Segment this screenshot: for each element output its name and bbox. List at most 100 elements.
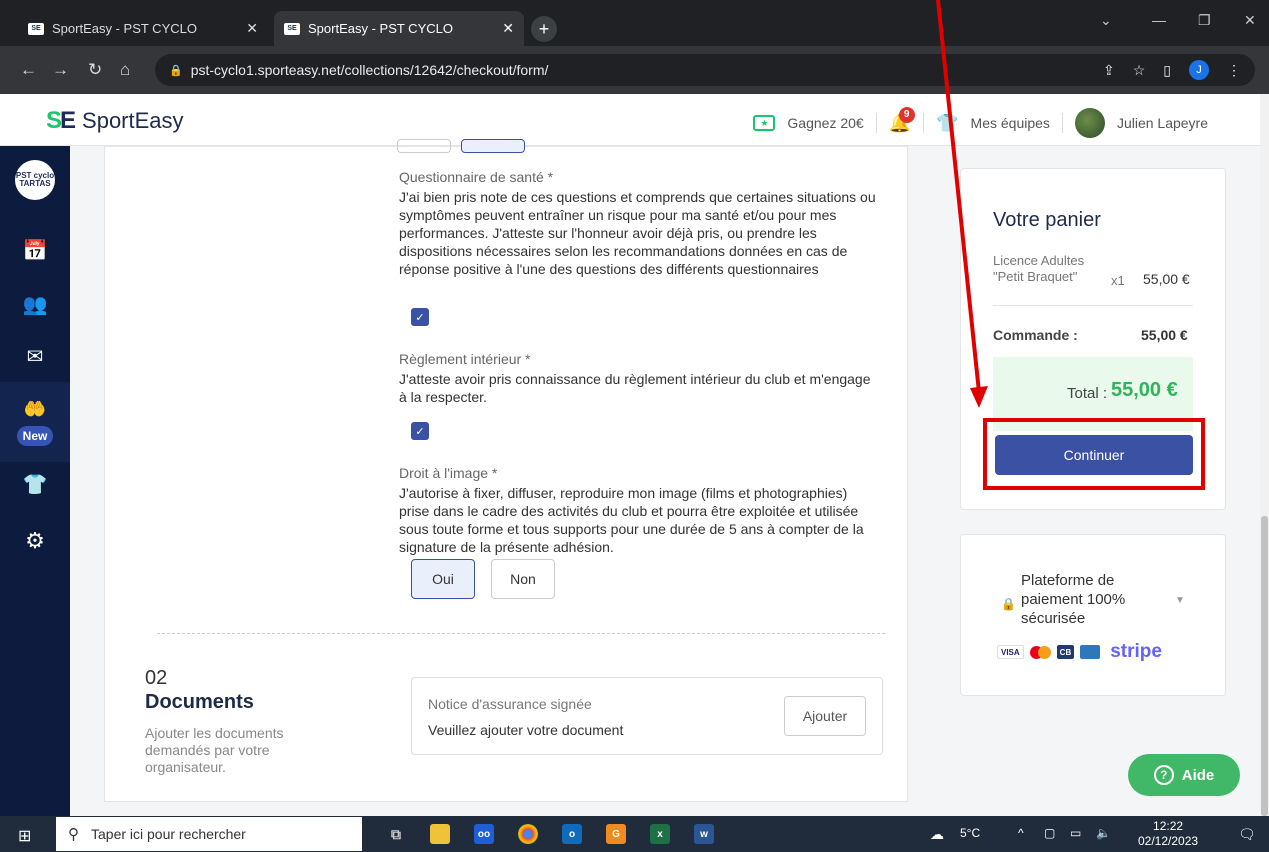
reload-icon[interactable]: ↻ bbox=[88, 60, 102, 80]
previous-choice-button[interactable] bbox=[397, 139, 451, 153]
health-questionnaire-checkbox[interactable]: ✓ bbox=[411, 308, 429, 326]
jersey-icon[interactable]: 👕 bbox=[936, 113, 958, 134]
calendar-icon[interactable]: 📅 bbox=[0, 238, 70, 263]
new-tab-button[interactable]: + bbox=[531, 16, 557, 42]
word-icon[interactable]: w bbox=[694, 824, 714, 844]
document-label: Notice d'assurance signée bbox=[428, 696, 592, 712]
weather-temp[interactable]: 5°C bbox=[960, 826, 980, 840]
divider bbox=[923, 113, 925, 133]
club-logo[interactable]: PST cyclo TARTAS bbox=[0, 160, 70, 200]
notification-count-badge: 9 bbox=[898, 106, 915, 123]
user-avatar[interactable] bbox=[1074, 108, 1105, 138]
secure-payment-panel[interactable]: 🔒 Plateforme de paiement 100% sécurisée … bbox=[960, 534, 1226, 696]
card-logos: VISA CB stripe bbox=[997, 641, 1162, 663]
browser-menu-icon[interactable]: ⋮ bbox=[1227, 62, 1241, 79]
add-document-button[interactable]: Ajouter bbox=[784, 696, 866, 736]
back-icon[interactable]: ← bbox=[20, 60, 37, 80]
close-tab-icon[interactable]: ✕ bbox=[246, 20, 258, 37]
browser-tab[interactable]: SE SportEasy - PST CYCLO ✕ bbox=[18, 11, 268, 46]
system-clock[interactable]: 12:22 02/12/2023 bbox=[1138, 819, 1198, 849]
tab-title: SportEasy - PST CYCLO bbox=[308, 21, 453, 36]
pdf-app-icon[interactable]: G bbox=[606, 824, 626, 844]
minimize-icon[interactable]: — bbox=[1152, 12, 1166, 28]
help-label: Aide bbox=[1181, 766, 1215, 784]
cart-item-quantity: x1 bbox=[1111, 273, 1125, 288]
document-upload-field: Notice d'assurance signée Veuillez ajout… bbox=[411, 677, 883, 755]
chrome-icon[interactable] bbox=[518, 824, 538, 844]
referral-link[interactable]: Gagnez 20€ bbox=[787, 115, 863, 131]
restore-icon[interactable]: ❐ bbox=[1198, 12, 1211, 29]
nextcloud-icon[interactable]: oo bbox=[474, 824, 494, 844]
sporteasy-logo[interactable]: SE SportEasy bbox=[46, 107, 184, 135]
jersey-icon[interactable]: 👕 bbox=[0, 472, 70, 497]
members-icon[interactable]: 👥 bbox=[0, 292, 70, 317]
windows-taskbar: ⊞ ⚲ Taper ici pour rechercher ⧉ oo o G x… bbox=[0, 816, 1269, 852]
taskbar-search-input[interactable]: ⚲ Taper ici pour rechercher bbox=[56, 817, 362, 851]
payment-title: Plateforme de paiement 100% sécurisée bbox=[1021, 572, 1126, 627]
image-rights-label: Droit à l'image * bbox=[399, 465, 498, 481]
browser-toolbar: ← → ↻ ⌂ 🔒 pst-cyclo1.sporteasy.net/colle… bbox=[0, 46, 1269, 94]
chevron-down-icon[interactable]: ▼ bbox=[1175, 595, 1185, 606]
divider bbox=[1061, 113, 1063, 133]
notification-center-icon[interactable]: 🗨 bbox=[1238, 826, 1256, 843]
total-label: Total : bbox=[1067, 385, 1108, 402]
mastercard-icon bbox=[1029, 645, 1051, 659]
amex-icon bbox=[1080, 645, 1101, 659]
visa-icon: VISA bbox=[997, 645, 1024, 659]
mail-icon[interactable]: ✉ bbox=[0, 344, 70, 369]
forward-icon[interactable]: → bbox=[52, 60, 69, 80]
share-icon[interactable]: ⇪ bbox=[1103, 62, 1115, 79]
internal-rules-checkbox[interactable]: ✓ bbox=[411, 422, 429, 440]
my-teams-link[interactable]: Mes équipes bbox=[971, 115, 1050, 131]
battery-icon[interactable]: ▭ bbox=[1070, 826, 1081, 840]
scrollbar-thumb[interactable] bbox=[1261, 516, 1268, 816]
header-actions: ★ Gagnez 20€ 🔔 9 👕 Mes équipes Julien Lap… bbox=[753, 106, 1208, 138]
address-bar[interactable]: 🔒 pst-cyclo1.sporteasy.net/collections/1… bbox=[155, 54, 1255, 86]
search-placeholder: Taper ici pour rechercher bbox=[91, 826, 246, 842]
tab-search-icon[interactable]: ⌄ bbox=[1100, 12, 1112, 29]
volume-icon[interactable]: 🔈 bbox=[1096, 826, 1111, 840]
tray-chevron-icon[interactable]: ^ bbox=[1018, 826, 1024, 840]
side-panel-icon[interactable]: ▯ bbox=[1163, 62, 1171, 79]
user-name[interactable]: Julien Lapeyre bbox=[1117, 115, 1208, 131]
lock-icon: 🔒 bbox=[1001, 597, 1016, 611]
sidebar-item-payments[interactable]: 🤲 New bbox=[0, 382, 70, 462]
image-rights-text: J'autorise à fixer, diffuser, reproduire… bbox=[399, 485, 864, 555]
outlook-icon[interactable]: o bbox=[562, 824, 582, 844]
image-rights-no-button[interactable]: Non bbox=[491, 559, 555, 599]
cart-item-name: Licence Adultes "Petit Braquet" bbox=[993, 253, 1085, 284]
cart-item-price: 55,00 € bbox=[1143, 271, 1190, 287]
section-title: Documents bbox=[145, 691, 254, 713]
help-button[interactable]: ? Aide bbox=[1128, 754, 1240, 796]
profile-avatar[interactable]: J bbox=[1189, 60, 1209, 80]
excel-icon[interactable]: x bbox=[650, 824, 670, 844]
close-tab-icon[interactable]: ✕ bbox=[502, 20, 514, 37]
notifications-bell-icon[interactable]: 🔔 9 bbox=[889, 106, 915, 134]
settings-gear-icon[interactable]: ⚙ bbox=[0, 528, 70, 554]
referral-ticket-icon[interactable]: ★ bbox=[753, 115, 776, 131]
clock-date: 02/12/2023 bbox=[1138, 834, 1199, 848]
clock-time: 12:22 bbox=[1153, 819, 1184, 833]
meet-icon[interactable]: ▢ bbox=[1044, 826, 1055, 840]
section-description: Ajouter les documents demandés par votre… bbox=[145, 725, 284, 775]
lock-icon: 🔒 bbox=[169, 64, 183, 77]
image-rights-yes-button[interactable]: Oui bbox=[411, 559, 475, 599]
total-value: 55,00 € bbox=[1111, 379, 1178, 401]
task-view-icon[interactable]: ⧉ bbox=[386, 824, 406, 844]
browser-tab-active[interactable]: SE SportEasy - PST CYCLO ✕ bbox=[274, 11, 524, 46]
previous-choice-button-selected[interactable] bbox=[461, 139, 525, 153]
windows-start-icon[interactable]: ⊞ bbox=[18, 826, 31, 846]
section-number: 02 bbox=[145, 667, 168, 689]
brand-name: SportEasy bbox=[82, 108, 184, 133]
cb-icon: CB bbox=[1056, 645, 1075, 659]
home-icon[interactable]: ⌂ bbox=[120, 60, 130, 80]
bookmark-star-icon[interactable]: ☆ bbox=[1133, 62, 1146, 79]
sporteasy-mark-icon: SE bbox=[46, 107, 76, 134]
file-explorer-icon[interactable] bbox=[430, 824, 450, 844]
weather-icon[interactable]: ☁ bbox=[930, 826, 944, 843]
health-questionnaire-text: J'ai bien pris note de ces questions et … bbox=[399, 189, 876, 277]
close-window-icon[interactable]: ✕ bbox=[1244, 12, 1256, 29]
app-sidebar: PST cyclo TARTAS 📅 👥 ✉ 🤲 New 👕 ⚙ bbox=[0, 146, 70, 816]
help-question-icon: ? bbox=[1153, 765, 1174, 785]
browser-tab-bar: SE SportEasy - PST CYCLO ✕ SE SportEasy … bbox=[0, 0, 1269, 46]
